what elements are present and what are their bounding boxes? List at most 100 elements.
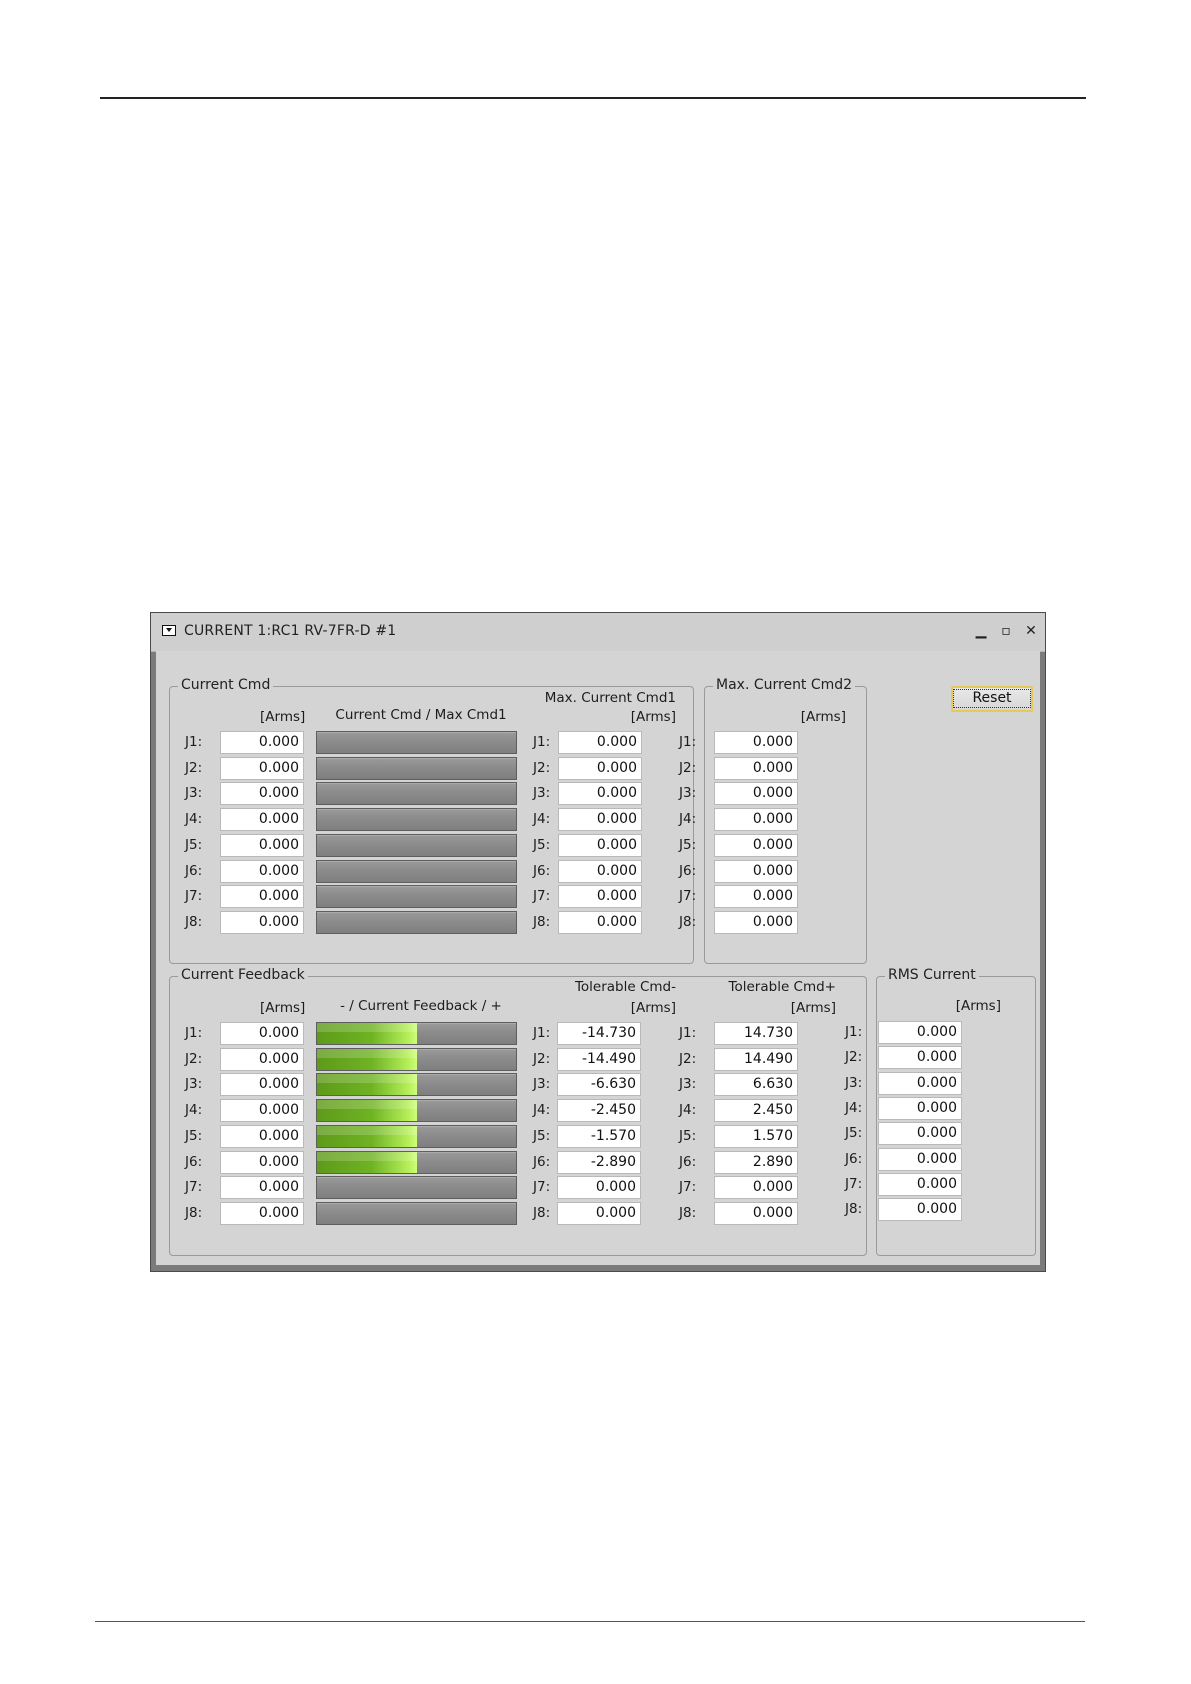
current-cmd-j6-field[interactable]: 0.000 xyxy=(220,860,304,883)
rms-j8-field[interactable]: 0.000 xyxy=(878,1198,962,1221)
current-feedback-j6-label: J6: xyxy=(185,1154,203,1170)
rms-j3-label: J3: xyxy=(845,1075,863,1091)
tol-minus-j8-label: J8: xyxy=(533,1205,551,1221)
tol-minus-j2-label: J2: xyxy=(533,1051,551,1067)
tol-plus-j1-field[interactable]: 14.730 xyxy=(714,1022,798,1045)
current-monitor-window: CURRENT 1:RC1 RV-7FR-D #1 ▁ ▫ ✕ Reset Cu… xyxy=(150,612,1046,1272)
tol-plus-j6-field[interactable]: 2.890 xyxy=(714,1151,798,1174)
max-cmd2-j6-field[interactable]: 0.000 xyxy=(714,860,798,883)
bar-fill xyxy=(317,1100,417,1121)
tol-plus-j3-field[interactable]: 6.630 xyxy=(714,1073,798,1096)
tol-minus-j1-field[interactable]: -14.730 xyxy=(557,1022,641,1045)
current-cmd-j8-bar xyxy=(316,911,517,934)
tol-minus-j5-field[interactable]: -1.570 xyxy=(557,1125,641,1148)
current-cmd-j7-field[interactable]: 0.000 xyxy=(220,885,304,908)
tol-minus-j1-label: J1: xyxy=(533,1025,551,1041)
current-cmd-j2-label: J2: xyxy=(185,760,203,776)
max-cmd2-j6-label: J6: xyxy=(679,863,697,879)
max-cmd2-j7-field[interactable]: 0.000 xyxy=(714,885,798,908)
max-cmd2-j1-label: J1: xyxy=(679,734,697,750)
tol-minus-j8-field[interactable]: 0.000 xyxy=(557,1202,641,1225)
tol-plus-j7-field[interactable]: 0.000 xyxy=(714,1176,798,1199)
max-cmd2-j5-field[interactable]: 0.000 xyxy=(714,834,798,857)
current-cmd-title: Current Cmd xyxy=(178,677,274,693)
current-cmd-j1-field[interactable]: 0.000 xyxy=(220,731,304,754)
rms-j6-field[interactable]: 0.000 xyxy=(878,1148,962,1171)
maximize-icon[interactable]: ▫ xyxy=(996,621,1016,641)
title-bar[interactable]: CURRENT 1:RC1 RV-7FR-D #1 ▁ ▫ ✕ xyxy=(151,613,1045,652)
rms-j5-field[interactable]: 0.000 xyxy=(878,1122,962,1145)
rms-j4-field[interactable]: 0.000 xyxy=(878,1097,962,1120)
current-feedback-j6-field[interactable]: 0.000 xyxy=(220,1151,304,1174)
max-cmd2-j4-field[interactable]: 0.000 xyxy=(714,808,798,831)
max-cmd1-j1-label: J1: xyxy=(533,734,551,750)
max-cmd1-j3-label: J3: xyxy=(533,785,551,801)
current-cmd-j5-label: J5: xyxy=(185,837,203,853)
max-cmd1-j3-field[interactable]: 0.000 xyxy=(558,782,642,805)
current-cmd-j4-bar xyxy=(316,808,517,831)
rms-j7-label: J7: xyxy=(845,1176,863,1192)
current-cmd-j1-label: J1: xyxy=(185,734,203,750)
tol-plus-j8-label: J8: xyxy=(679,1205,697,1221)
rms-current-unit-label: [Arms] xyxy=(955,998,1001,1014)
max-cmd2-j3-field[interactable]: 0.000 xyxy=(714,782,798,805)
current-cmd-j3-field[interactable]: 0.000 xyxy=(220,782,304,805)
rms-j3-field[interactable]: 0.000 xyxy=(878,1072,962,1095)
rms-j1-field[interactable]: 0.000 xyxy=(878,1021,962,1044)
current-feedback-j1-bar xyxy=(316,1022,517,1045)
max-cmd2-j1-field[interactable]: 0.000 xyxy=(714,731,798,754)
current-feedback-title: Current Feedback xyxy=(178,967,308,983)
current-feedback-j7-field[interactable]: 0.000 xyxy=(220,1176,304,1199)
rms-j6-label: J6: xyxy=(845,1151,863,1167)
tol-plus-j2-field[interactable]: 14.490 xyxy=(714,1048,798,1071)
max-current-cmd2-unit-label: [Arms] xyxy=(800,709,846,725)
minimize-icon[interactable]: ▁ xyxy=(971,621,991,641)
max-cmd1-j4-field[interactable]: 0.000 xyxy=(558,808,642,831)
tol-minus-j6-field[interactable]: -2.890 xyxy=(557,1151,641,1174)
current-feedback-j1-field[interactable]: 0.000 xyxy=(220,1022,304,1045)
current-cmd-j2-bar xyxy=(316,757,517,780)
current-feedback-j5-bar xyxy=(316,1125,517,1148)
max-cmd1-j6-field[interactable]: 0.000 xyxy=(558,860,642,883)
current-cmd-j2-field[interactable]: 0.000 xyxy=(220,757,304,780)
tol-minus-j4-field[interactable]: -2.450 xyxy=(557,1099,641,1122)
current-cmd-j1-bar xyxy=(316,731,517,754)
max-cmd2-j2-field[interactable]: 0.000 xyxy=(714,757,798,780)
rms-j7-field[interactable]: 0.000 xyxy=(878,1173,962,1196)
current-cmd-j4-field[interactable]: 0.000 xyxy=(220,808,304,831)
current-feedback-j4-field[interactable]: 0.000 xyxy=(220,1099,304,1122)
tol-minus-j2-field[interactable]: -14.490 xyxy=(557,1048,641,1071)
current-feedback-j7-bar xyxy=(316,1176,517,1199)
max-cmd2-j7-label: J7: xyxy=(679,888,697,904)
current-feedback-j2-field[interactable]: 0.000 xyxy=(220,1048,304,1071)
current-cmd-j7-bar xyxy=(316,885,517,908)
tol-plus-j4-field[interactable]: 2.450 xyxy=(714,1099,798,1122)
rms-j4-label: J4: xyxy=(845,1100,863,1116)
tolerable-cmd-plus-unit-label: [Arms] xyxy=(790,1000,836,1016)
max-cmd1-j8-field[interactable]: 0.000 xyxy=(558,911,642,934)
max-cmd1-j7-field[interactable]: 0.000 xyxy=(558,885,642,908)
tol-minus-j3-field[interactable]: -6.630 xyxy=(557,1073,641,1096)
window-app-icon[interactable] xyxy=(162,625,176,636)
current-cmd-j5-field[interactable]: 0.000 xyxy=(220,834,304,857)
current-feedback-j3-field[interactable]: 0.000 xyxy=(220,1073,304,1096)
rms-j2-field[interactable]: 0.000 xyxy=(878,1046,962,1069)
current-cmd-j8-field[interactable]: 0.000 xyxy=(220,911,304,934)
max-cmd1-j1-field[interactable]: 0.000 xyxy=(558,731,642,754)
current-feedback-bar-header: - / Current Feedback / + xyxy=(340,998,502,1014)
tol-plus-j5-label: J5: xyxy=(679,1128,697,1144)
max-cmd1-j8-label: J8: xyxy=(533,914,551,930)
max-cmd1-j5-field[interactable]: 0.000 xyxy=(558,834,642,857)
max-cmd1-j2-field[interactable]: 0.000 xyxy=(558,757,642,780)
max-cmd2-j8-label: J8: xyxy=(679,914,697,930)
tol-plus-j8-field[interactable]: 0.000 xyxy=(714,1202,798,1225)
max-cmd2-j8-field[interactable]: 0.000 xyxy=(714,911,798,934)
tol-plus-j5-field[interactable]: 1.570 xyxy=(714,1125,798,1148)
tol-plus-j4-label: J4: xyxy=(679,1102,697,1118)
close-icon[interactable]: ✕ xyxy=(1021,621,1041,641)
current-feedback-j5-field[interactable]: 0.000 xyxy=(220,1125,304,1148)
current-cmd-bar-header: Current Cmd / Max Cmd1 xyxy=(335,707,507,723)
reset-button[interactable]: Reset xyxy=(951,686,1033,712)
current-feedback-j8-field[interactable]: 0.000 xyxy=(220,1202,304,1225)
tol-minus-j7-field[interactable]: 0.000 xyxy=(557,1176,641,1199)
